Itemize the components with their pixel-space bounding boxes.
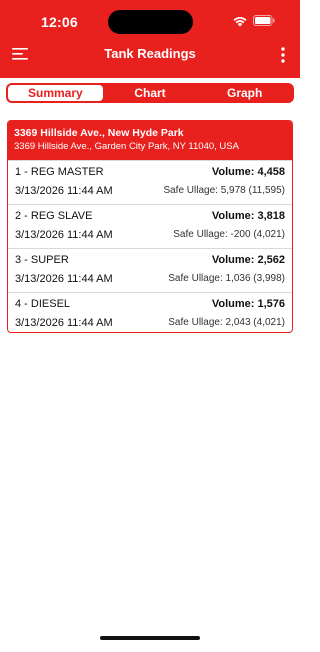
status-bar: 12:06 <box>0 0 300 40</box>
location-name: 3369 Hillside Ave., New Hyde Park <box>14 127 184 139</box>
tank-ullage: Safe Ullage: -200 (4,021) <box>173 229 285 240</box>
tank-name: 3 - SUPER <box>15 254 69 266</box>
tank-row[interactable]: 3 - SUPER Volume: 2,562 3/13/2026 11:44 … <box>8 248 292 292</box>
segmented-tabs: Summary Chart Graph <box>6 83 294 103</box>
tank-ullage: Safe Ullage: 5,978 (11,595) <box>163 185 285 196</box>
tab-chart[interactable]: Chart <box>103 85 198 101</box>
tank-ullage: Safe Ullage: 1,036 (3,998) <box>168 273 285 284</box>
nav-bar: Tank Readings <box>0 40 300 70</box>
tank-date: 3/13/2026 11:44 AM <box>15 273 113 285</box>
wifi-icon <box>233 17 247 27</box>
tank-name: 1 - REG MASTER <box>15 166 104 178</box>
home-indicator[interactable] <box>100 636 200 640</box>
location-card: 3369 Hillside Ave., New Hyde Park 3369 H… <box>7 120 293 333</box>
tank-volume: Volume: 1,576 <box>211 298 285 310</box>
tank-date: 3/13/2026 11:44 AM <box>15 229 113 241</box>
location-header[interactable]: 3369 Hillside Ave., New Hyde Park 3369 H… <box>8 121 292 160</box>
battery-icon <box>253 15 275 26</box>
tank-row[interactable]: 1 - REG MASTER Volume: 4,458 3/13/2026 1… <box>8 160 292 204</box>
tank-volume: Volume: 3,818 <box>211 210 285 222</box>
tank-ullage: Safe Ullage: 2,043 (4,021) <box>168 317 285 328</box>
location-address: 3369 Hillside Ave., Garden City Park, NY… <box>14 141 239 152</box>
tank-date: 3/13/2026 11:44 AM <box>15 317 113 329</box>
tab-graph[interactable]: Graph <box>197 85 292 101</box>
tank-row[interactable]: 4 - DIESEL Volume: 1,576 3/13/2026 11:44… <box>8 292 292 332</box>
tank-name: 2 - REG SLAVE <box>15 210 93 222</box>
tank-name: 4 - DIESEL <box>15 298 71 310</box>
more-vertical-icon[interactable] <box>280 46 286 64</box>
tank-volume: Volume: 4,458 <box>211 166 285 178</box>
top-bar: 12:06 Tank Readings <box>0 0 300 78</box>
page-title: Tank Readings <box>104 46 196 61</box>
tab-summary[interactable]: Summary <box>8 85 103 101</box>
status-time: 12:06 <box>41 14 78 30</box>
tank-date: 3/13/2026 11:44 AM <box>15 185 113 197</box>
dynamic-island <box>108 10 193 34</box>
tank-row[interactable]: 2 - REG SLAVE Volume: 3,818 3/13/2026 11… <box>8 204 292 248</box>
tank-volume: Volume: 2,562 <box>211 254 285 266</box>
